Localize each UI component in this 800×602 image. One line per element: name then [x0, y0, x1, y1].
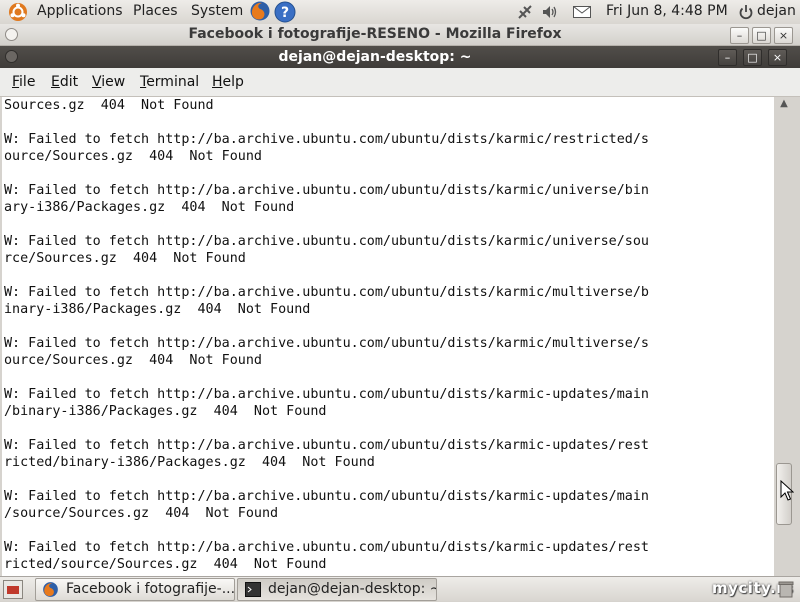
menu-edit[interactable]: Edit	[51, 74, 78, 90]
terminal-window-title: dejan@dejan-desktop: ~	[278, 49, 472, 65]
firefox-task-icon	[43, 582, 58, 597]
menu-view[interactable]: View	[92, 74, 125, 90]
terminal-maximize-button[interactable]: □	[743, 49, 762, 66]
firefox-titlebar: Facebook i fotografije-RESENO - Mozilla …	[0, 24, 800, 46]
terminal-output-area[interactable]: Sources.gz 404 Not Found W: Failed to fe…	[2, 97, 774, 576]
maximize-button[interactable]: □	[752, 27, 771, 44]
menu-file[interactable]: File	[12, 74, 35, 90]
network-icon[interactable]	[516, 3, 534, 21]
volume-icon[interactable]	[541, 3, 559, 21]
task-terminal[interactable]: dejan@dejan-desktop: ~	[237, 578, 437, 601]
terminal-close-button[interactable]: ×	[768, 49, 787, 66]
terminal-menubar: File Edit View Terminal Help	[0, 68, 800, 97]
places-menu[interactable]: Places	[133, 3, 178, 19]
menu-file-mnemonic: F	[12, 74, 20, 90]
menu-view-mnemonic: V	[92, 74, 102, 90]
menu-terminal-label: erminal	[146, 74, 200, 90]
menu-help-mnemonic: H	[212, 74, 223, 90]
terminal-scrollbar[interactable]: ▲	[774, 97, 794, 576]
firefox-launcher-icon[interactable]	[249, 0, 271, 22]
menu-help-label: elp	[222, 74, 244, 90]
terminal-task-icon	[245, 582, 261, 597]
terminal-titlebar[interactable]: dejan@dejan-desktop: ~ – □ ×	[0, 46, 800, 68]
menu-edit-label: dit	[59, 74, 79, 90]
terminal-output: Sources.gz 404 Not Found W: Failed to fe…	[4, 98, 649, 572]
bottom-panel: Facebook i fotografije-... dejan@dejan-d…	[0, 576, 800, 601]
close-button[interactable]: ×	[774, 27, 793, 44]
help-launcher-icon[interactable]: ?	[274, 1, 296, 23]
firefox-window-title: Facebook i fotografije-RESENO - Mozilla …	[188, 26, 562, 42]
mail-icon[interactable]	[572, 3, 592, 21]
show-desktop-icon[interactable]	[3, 580, 23, 599]
terminal-minimize-button[interactable]: –	[718, 49, 737, 66]
task-firefox-label: Facebook i fotografije-...	[66, 581, 235, 597]
clock[interactable]: Fri Jun 8, 4:48 PM	[606, 3, 728, 19]
menu-file-label: ile	[19, 74, 36, 90]
system-menu[interactable]: System	[191, 3, 243, 19]
applications-menu[interactable]: Applications	[37, 3, 123, 19]
minimize-button[interactable]: –	[730, 27, 749, 44]
menu-view-label: iew	[101, 74, 126, 90]
menu-help[interactable]: Help	[212, 74, 244, 90]
svg-text:?: ?	[281, 5, 289, 21]
user-name[interactable]: dejan	[757, 3, 796, 19]
mouse-cursor-icon	[780, 480, 794, 501]
top-panel: Applications Places System ? Fri Jun 8, …	[0, 0, 800, 25]
scroll-up-arrow-icon[interactable]: ▲	[778, 98, 790, 110]
menu-terminal[interactable]: Terminal	[140, 74, 199, 90]
task-terminal-label: dejan@dejan-desktop: ~	[268, 581, 437, 597]
terminal-window: dejan@dejan-desktop: ~ – □ × File Edit V…	[0, 46, 800, 576]
power-icon[interactable]	[738, 3, 754, 21]
menu-edit-mnemonic: E	[51, 74, 60, 90]
task-firefox[interactable]: Facebook i fotografije-...	[35, 578, 235, 601]
trash-icon[interactable]	[778, 580, 794, 598]
ubuntu-logo-icon[interactable]	[8, 2, 28, 22]
